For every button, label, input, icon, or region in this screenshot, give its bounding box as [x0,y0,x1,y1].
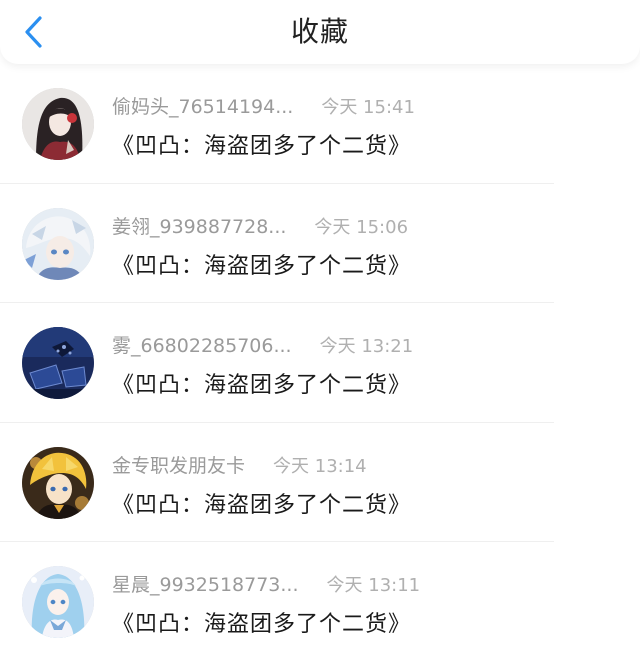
message-text: 《凹凸：海盗团多了个二货》 [112,253,412,279]
avatar[interactable] [22,207,94,280]
message-text: 《凹凸：海盗团多了个二货》 [112,612,412,637]
item-meta: 雾_66802285706... 今天 13:21 [112,331,413,358]
item-meta: 金专职发朋友卡 今天 13:14 [112,451,367,478]
message-text: 《凹凸：海盗团多了个二货》 [112,492,412,518]
page-title: 收藏 [290,15,349,48]
anime-girl-light-blue-hair-avatar [22,566,94,638]
user-name: 星晨_9932518773... [112,574,299,596]
timestamp: 今天 15:06 [314,216,409,238]
item-meta: 星晨_9932518773... 今天 13:11 [112,570,420,597]
timestamp: 今天 13:14 [273,455,367,477]
favorites-list: 偷妈头_76514194... 今天 15:41 《凹凸：海盗团多了个二货》 姜… [0,64,640,651]
user-name: 偷妈头_76514194... [112,96,294,118]
user-name: 雾_66802285706... [112,335,292,357]
user-name: 姜翎_939887728... [112,215,287,238]
timestamp: 今天 13:21 [319,336,414,357]
avatar[interactable] [22,327,94,399]
dark-blue-scenery-avatar [22,327,94,399]
list-item[interactable]: 雾_66802285706... 今天 13:21 《凹凸：海盗团多了个二货》 [0,303,640,423]
item-meta: 姜翎_939887728... 今天 15:06 [112,212,408,239]
item-meta: 偷妈头_76514194... 今天 15:41 [112,92,415,119]
anime-boy-white-hair-avatar [22,207,94,280]
favorites-screen: 收藏 偷妈头_76514194... 今天 15:41 《凹凸：海盗团多了个二货… [0,0,640,651]
list-item[interactable]: 偷妈头_76514194... 今天 15:41 《凹凸：海盗团多了个二货》 [0,64,640,184]
list-item[interactable]: 星晨_9932518773... 今天 13:11 《凹凸：海盗团多了个二货》 [0,542,640,651]
message-text: 《凹凸：海盗团多了个二货》 [112,134,412,159]
avatar[interactable] [22,566,94,638]
anime-girl-dark-hair-avatar [22,88,94,160]
anime-boy-blond-hair-avatar [22,446,94,519]
timestamp: 今天 13:11 [326,575,421,596]
header-bar: 收藏 [0,0,640,64]
avatar[interactable] [22,446,94,519]
avatar[interactable] [22,88,94,160]
user-name: 金专职发朋友卡 [112,454,246,477]
list-item[interactable]: 姜翎_939887728... 今天 15:06 《凹凸：海盗团多了个二货》 [0,184,640,303]
timestamp: 今天 15:41 [321,97,415,118]
list-item[interactable]: 金专职发朋友卡 今天 13:14 《凹凸：海盗团多了个二货》 [0,423,640,542]
message-text: 《凹凸：海盗团多了个二货》 [112,373,412,398]
